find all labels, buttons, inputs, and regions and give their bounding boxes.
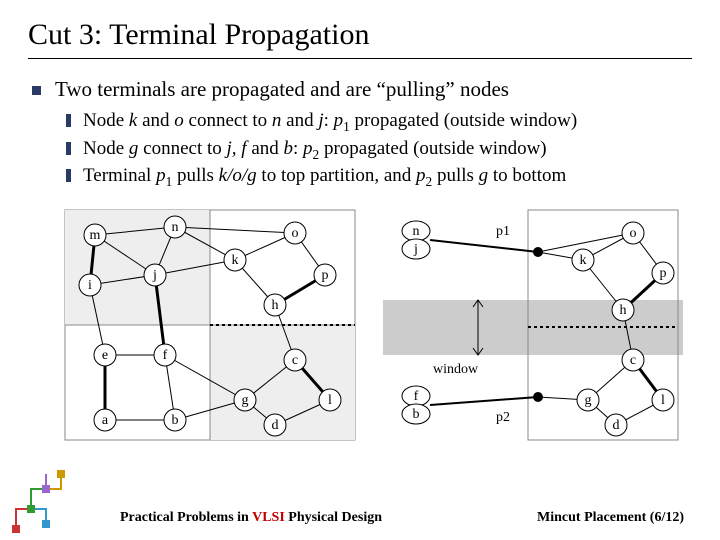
svg-text:o: o (292, 226, 299, 241)
bullet-lvl2: Terminal p1 pulls k/o/g to top partition… (66, 163, 692, 191)
svg-text:i: i (88, 278, 92, 293)
svg-text:k: k (580, 253, 587, 268)
bar-bullet-icon (66, 169, 71, 182)
slide-body: Two terminals are propagated and are “pu… (28, 77, 692, 191)
svg-text:m: m (90, 228, 101, 243)
svg-text:c: c (292, 353, 298, 368)
bullet-lvl1: Two terminals are propagated and are “pu… (32, 77, 692, 102)
svg-text:l: l (328, 393, 332, 408)
slide-title: Cut 3: Terminal Propagation (28, 18, 692, 59)
svg-text:o: o (630, 226, 637, 241)
bullet-lvl2-text: Node k and o connect to n and j: p1 prop… (83, 108, 577, 136)
figure-propagated: window nj fb p1 p2 (378, 205, 688, 445)
p1-label: p1 (496, 224, 510, 239)
window-label: window (433, 362, 479, 377)
svg-text:h: h (620, 303, 627, 318)
footer-left: Practical Problems in VLSI Physical Desi… (120, 510, 382, 526)
svg-text:g: g (585, 393, 592, 408)
svg-text:h: h (272, 298, 279, 313)
svg-text:g: g (242, 393, 249, 408)
svg-text:e: e (102, 348, 108, 363)
corner-tree-icon (6, 464, 76, 534)
svg-text:a: a (102, 413, 109, 428)
svg-text:f: f (414, 389, 419, 404)
svg-text:d: d (613, 418, 620, 433)
sub-bullet-list: Node k and o connect to n and j: p1 prop… (32, 108, 692, 191)
svg-text:l: l (661, 393, 665, 408)
bullet-lvl1-text: Two terminals are propagated and are “pu… (55, 77, 509, 102)
footer-right: Mincut Placement (6/12) (537, 510, 684, 526)
p2-label: p2 (496, 410, 510, 425)
svg-text:p: p (660, 266, 667, 281)
svg-text:j: j (152, 268, 157, 283)
slide-footer: Practical Problems in VLSI Physical Desi… (0, 510, 720, 526)
bar-bullet-icon (66, 114, 71, 127)
svg-text:d: d (272, 418, 279, 433)
svg-text:c: c (630, 353, 636, 368)
bullet-lvl2-text: Terminal p1 pulls k/o/g to top partition… (83, 163, 566, 191)
svg-text:b: b (413, 407, 420, 422)
svg-text:b: b (172, 413, 179, 428)
svg-text:f: f (163, 348, 168, 363)
figure-row: mnoijkphefcabgdl window njfb (28, 205, 692, 445)
svg-text:k: k (232, 253, 239, 268)
bullet-lvl2: Node k and o connect to n and j: p1 prop… (66, 108, 692, 136)
square-bullet-icon (32, 86, 41, 95)
svg-text:n: n (413, 224, 420, 239)
figure-full-graph: m n o i j k p h e f c a b g d l (60, 205, 360, 445)
svg-text:n: n (172, 220, 179, 235)
bar-bullet-icon (66, 142, 71, 155)
svg-text:j: j (413, 242, 418, 257)
svg-text:p: p (322, 268, 329, 283)
bullet-lvl2: Node g connect to j, f and b: p2 propaga… (66, 136, 692, 164)
bullet-lvl2-text: Node g connect to j, f and b: p2 propaga… (83, 136, 547, 164)
